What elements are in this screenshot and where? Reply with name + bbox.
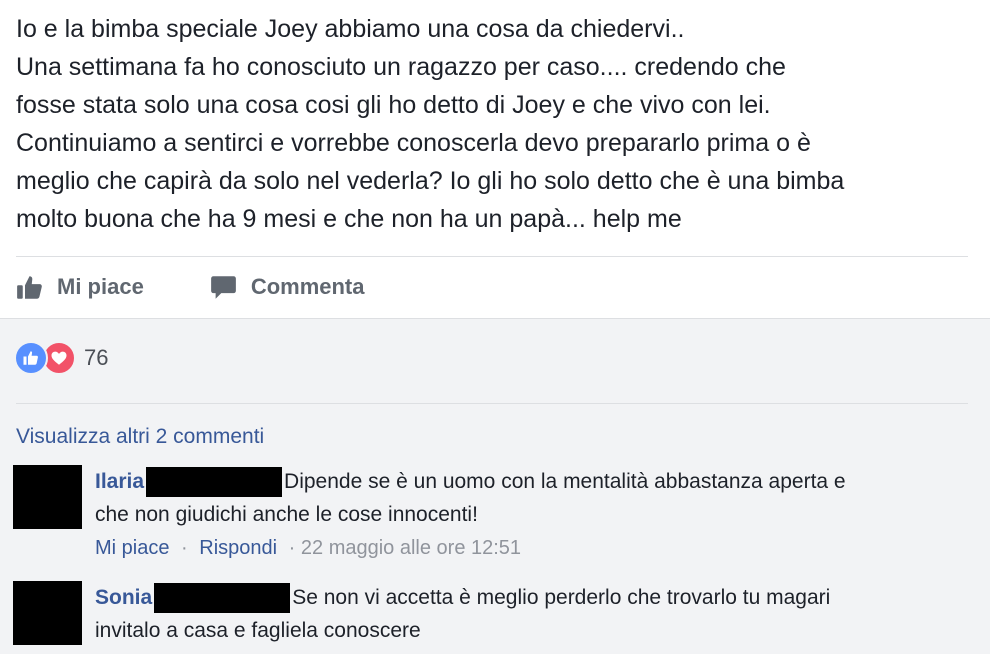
comment-meta: Mi piace · Rispondi · 22 maggio alle ore… bbox=[95, 537, 521, 560]
redacted-surname bbox=[146, 466, 283, 497]
like-button[interactable]: Mi piace bbox=[16, 274, 144, 301]
post-text-line: Continuiamo a sentirci e vorrebbe conosc… bbox=[16, 129, 811, 157]
avatar[interactable] bbox=[13, 465, 82, 529]
reaction-count: 76 bbox=[84, 345, 109, 370]
post-text: Io e la bimba speciale Joey abbiamo una … bbox=[16, 10, 976, 238]
comment-timestamp[interactable]: · 22 maggio alle ore 12:51 bbox=[289, 537, 521, 559]
comment-author[interactable]: Sonia bbox=[95, 581, 152, 614]
post-actions-bar: Mi piace Commenta bbox=[16, 266, 431, 308]
like-reaction-icon bbox=[14, 341, 48, 375]
comment-body: Sonia Se non vi accetta è meglio perderl… bbox=[95, 581, 830, 647]
comment-text: che non giudichi anche le cose innocenti… bbox=[95, 503, 478, 526]
comment-reply-link[interactable]: Rispondi bbox=[199, 537, 277, 559]
comment-author[interactable]: Ilaria bbox=[95, 465, 144, 498]
comment-text: Se non vi accetta è meglio perderlo che … bbox=[292, 586, 831, 609]
comment-text: Dipende se è un uomo con la mentalità ab… bbox=[284, 470, 846, 493]
view-more-comments-link[interactable]: Visualizza altri 2 commenti bbox=[16, 425, 264, 449]
post-text-line: Io e la bimba speciale Joey abbiamo una … bbox=[16, 15, 685, 43]
comment-text: invitalo a casa e fagliela conoscere bbox=[95, 619, 421, 642]
comment-like-link[interactable]: Mi piace bbox=[95, 537, 169, 559]
comment-button[interactable]: Commenta bbox=[210, 274, 365, 301]
comment-body: Ilaria Dipende se è un uomo con la menta… bbox=[95, 465, 846, 531]
post-text-line: molto buona che ha 9 mesi e che non ha u… bbox=[16, 205, 682, 233]
post-text-line: fosse stata solo una cosa cosi gli ho de… bbox=[16, 91, 771, 119]
speech-bubble-icon bbox=[210, 275, 236, 299]
comment-button-label: Commenta bbox=[250, 274, 365, 299]
post-text-line: meglio che capirà da solo nel vederla? I… bbox=[16, 167, 845, 195]
reactions-summary[interactable]: 76 bbox=[14, 341, 108, 375]
comments-area: 76 Visualizza altri 2 commenti Ilaria Di… bbox=[0, 318, 990, 654]
meta-separator: · bbox=[181, 537, 188, 559]
redacted-surname bbox=[154, 582, 291, 613]
divider bbox=[16, 403, 968, 404]
avatar[interactable] bbox=[13, 581, 82, 645]
post-text-line: Una settimana fa ho conosciuto un ragazz… bbox=[16, 53, 786, 81]
thumbs-up-icon bbox=[17, 275, 42, 299]
like-button-label: Mi piace bbox=[57, 274, 144, 299]
divider bbox=[16, 256, 968, 257]
